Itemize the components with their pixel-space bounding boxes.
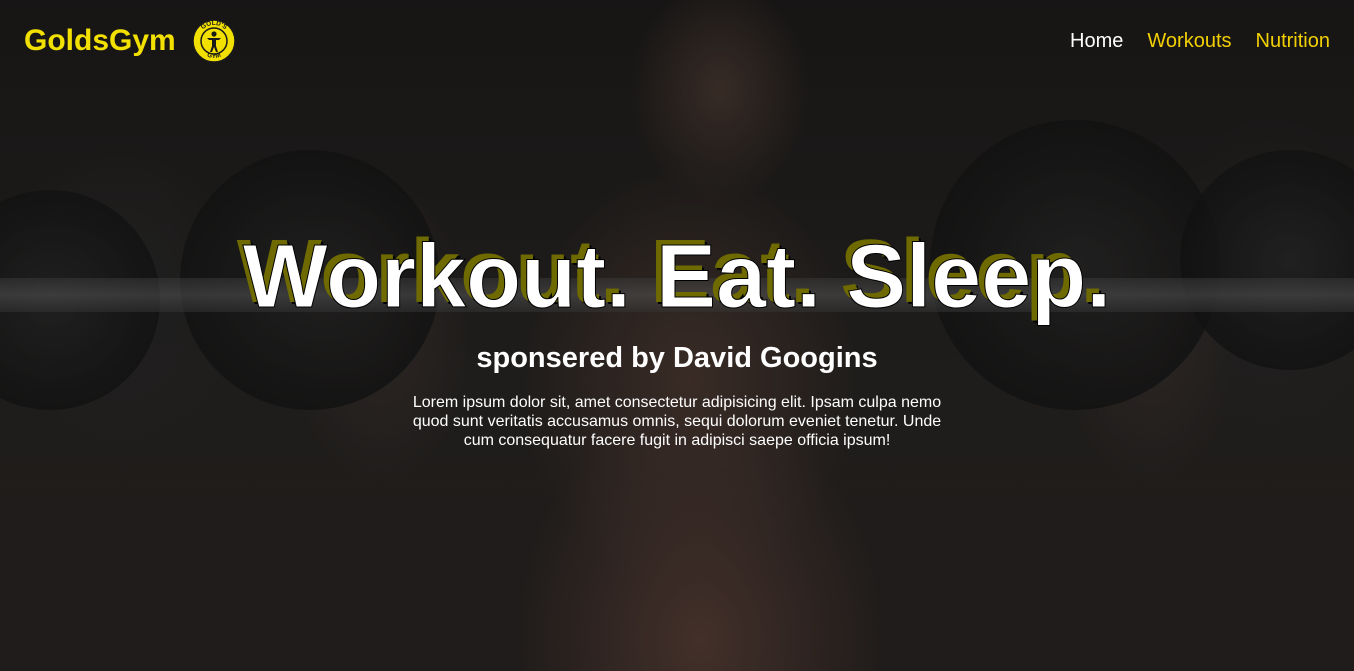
nav-link-home[interactable]: Home (1070, 30, 1123, 53)
brand: GoldsGym GOLD'S GYM (24, 19, 236, 63)
nav-links: Home Workouts Nutrition (1070, 30, 1330, 53)
hero-subtitle: sponsered by David Googins (476, 342, 878, 374)
brand-link[interactable]: GoldsGym (24, 24, 176, 58)
hero-headline: Workout. Eat. Sleep. (242, 227, 1112, 328)
navbar: GoldsGym GOLD'S GYM Home Workouts Nutrit… (0, 0, 1354, 82)
hero-section: GoldsGym GOLD'S GYM Home Workouts Nutrit… (0, 0, 1354, 671)
hero-content: Workout. Eat. Sleep. sponsered by David … (0, 222, 1354, 450)
hero-description: Lorem ipsum dolor sit, amet consectetur … (412, 394, 942, 449)
nav-link-nutrition[interactable]: Nutrition (1256, 30, 1330, 53)
golds-gym-logo-icon[interactable]: GOLD'S GYM (191, 19, 236, 63)
nav-link-workouts[interactable]: Workouts (1147, 30, 1231, 53)
